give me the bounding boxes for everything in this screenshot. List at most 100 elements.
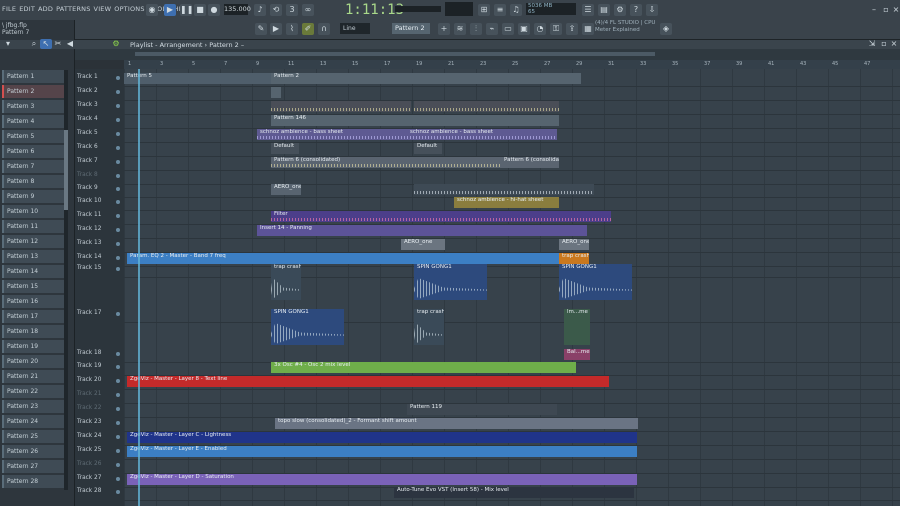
playlist-clip[interactable]: AERO_one <box>559 239 589 250</box>
track-label[interactable]: Track 9 <box>77 185 98 191</box>
playlist-clip[interactable]: schnoz ambience - hi-hat sheet <box>454 197 559 208</box>
pattern-item[interactable]: Pattern 27 <box>2 460 64 473</box>
playlist-clip[interactable]: ZgeViz - Master - Layer E - Enabled <box>127 446 637 457</box>
playlist-clip[interactable]: ZgeViz - Master - Layer D - Saturation <box>127 474 637 485</box>
track-mute-led[interactable] <box>116 365 120 369</box>
track-mute-led[interactable] <box>116 312 120 316</box>
pattern-item[interactable]: Pattern 16 <box>2 295 64 308</box>
metronome-icon[interactable]: ♪ <box>254 4 266 16</box>
track-mute-led[interactable] <box>116 352 120 356</box>
news-icon[interactable]: ◈ <box>660 23 672 35</box>
track-lane[interactable] <box>124 349 900 363</box>
track-mute-led[interactable] <box>116 118 120 122</box>
piano-roll-icon[interactable]: ♫ <box>510 4 522 16</box>
menu-patterns[interactable]: PATTERNS <box>56 5 90 13</box>
window-options-icon[interactable]: ⇲ <box>866 39 878 49</box>
plugin-icon[interactable]: ⚙ <box>614 4 626 16</box>
playlist-clip[interactable]: Auto-Tune Evo VST (Insert 58) - Mix leve… <box>394 487 634 498</box>
pattern-item[interactable]: Pattern 1 <box>2 70 64 83</box>
track-label[interactable]: Track 22 <box>77 405 101 411</box>
playlist-clip[interactable]: Pattern 119 <box>407 404 557 415</box>
track-lane[interactable] <box>124 171 900 185</box>
stop-button[interactable]: ■ <box>194 4 206 16</box>
pattern-item[interactable]: Pattern 23 <box>2 400 64 413</box>
menu-options[interactable]: OPTIONS <box>114 5 144 13</box>
pattern-item[interactable]: Pattern 19 <box>2 340 64 353</box>
track-mute-led[interactable] <box>116 146 120 150</box>
playlist-clip[interactable] <box>271 87 281 98</box>
window-close-icon[interactable]: × <box>888 39 900 49</box>
playlist-clip[interactable] <box>414 184 594 195</box>
pattern-item[interactable]: Pattern 9 <box>2 190 64 203</box>
track-label[interactable]: Track 23 <box>77 419 101 425</box>
track-label[interactable]: Track 12 <box>77 226 101 232</box>
eq-icon[interactable]: ⫶ <box>470 23 482 35</box>
track-mute-led[interactable] <box>116 463 120 467</box>
track-lane[interactable] <box>124 264 900 278</box>
track-mute-led[interactable] <box>116 90 120 94</box>
project-file[interactable]: \ jfbg.flp <box>2 22 29 29</box>
pattern-item[interactable]: Pattern 24 <box>2 415 64 428</box>
track-mute-led[interactable] <box>116 407 120 411</box>
track-label[interactable]: Track 4 <box>77 116 98 122</box>
browser-scrollbar[interactable] <box>64 70 68 490</box>
track-mute-led[interactable] <box>116 477 120 481</box>
track-label[interactable]: Track 8 <box>77 172 98 178</box>
track-lane[interactable] <box>124 87 900 101</box>
playlist-clip[interactable]: Pattern 146 <box>271 115 559 126</box>
track-label[interactable]: Track 25 <box>77 447 101 453</box>
playlist-clip[interactable]: trap crash <box>414 309 444 345</box>
pattern-item[interactable]: Pattern 8 <box>2 175 64 188</box>
track-label[interactable]: Track 24 <box>77 433 101 439</box>
playlist-clip[interactable]: Filter <box>271 211 611 222</box>
track-label[interactable]: Track 27 <box>77 475 101 481</box>
pattern-item[interactable]: Pattern 12 <box>2 235 64 248</box>
pattern-item[interactable]: Pattern 4 <box>2 115 64 128</box>
playlist-clip[interactable]: Pattern 2 <box>271 73 581 84</box>
track-label[interactable]: Track 11 <box>77 212 101 218</box>
track-mute-led[interactable] <box>116 435 120 439</box>
zoom-icon[interactable]: ⌕ <box>28 39 40 49</box>
track-label[interactable]: Track 28 <box>77 488 101 494</box>
track-label[interactable]: Track 6 <box>77 144 98 150</box>
menu-edit[interactable]: EDIT <box>19 5 35 13</box>
track-mute-led[interactable] <box>116 76 120 80</box>
slice-tool-icon[interactable]: ✂ <box>52 39 64 49</box>
close-icon[interactable]: × <box>890 4 900 16</box>
track-mute-led[interactable] <box>116 174 120 178</box>
timeline-ruler[interactable]: 1 3 5 7 9 11 13 15 17 19 21 23 25 27 29 31 33 35 37 39 41 43 4… <box>124 60 900 69</box>
horizontal-scrollbar[interactable] <box>135 52 655 56</box>
track-mute-led[interactable] <box>116 242 120 246</box>
pattern-item[interactable]: Pattern 22 <box>2 385 64 398</box>
track-label[interactable]: Track 7 <box>77 158 98 164</box>
playlist-clip[interactable] <box>271 101 411 112</box>
track-mute-led[interactable] <box>116 490 120 494</box>
pattern-item[interactable]: Pattern 10 <box>2 205 64 218</box>
playlist-clip[interactable]: ZgeViz - Master - Layer 8 - Text line <box>127 376 609 387</box>
track-mute-led[interactable] <box>116 214 120 218</box>
pattern-item[interactable]: Pattern 18 <box>2 325 64 338</box>
menu-view[interactable]: VIEW <box>94 5 112 13</box>
playlist-clip[interactable]: SPIN GONG1 <box>559 264 632 300</box>
magnet-icon[interactable]: ∩ <box>318 23 330 35</box>
pencil-icon[interactable]: ✐ <box>302 23 314 35</box>
track-lane[interactable] <box>124 390 900 404</box>
playlist-clip[interactable]: SPIN GONG1 <box>271 309 344 345</box>
pattern-item[interactable]: Pattern 26 <box>2 445 64 458</box>
track-mute-led[interactable] <box>116 421 120 425</box>
pattern-item[interactable]: Pattern 17 <box>2 310 64 323</box>
playlist-clip[interactable]: Bal...me <box>564 349 590 360</box>
fx-icon[interactable]: ≋ <box>454 23 466 35</box>
master-volume[interactable] <box>445 2 473 16</box>
playlist-clip[interactable]: schnoz ambience - bass sheet <box>257 129 407 140</box>
mic-icon[interactable]: ◔ <box>534 23 546 35</box>
playlist-clip[interactable]: lm...me <box>564 309 590 345</box>
channel-rack-icon[interactable]: ≡ <box>494 4 506 16</box>
playlist-clip[interactable]: topo slow (consolidated)_2 - Formant shi… <box>275 418 638 429</box>
brush-tool-icon[interactable]: ⌇ <box>286 23 298 35</box>
playlist-clip[interactable]: Pattern 6 (consolidated) <box>271 157 501 168</box>
track-label[interactable]: Track 19 <box>77 363 101 369</box>
pattern-item[interactable]: Pattern 20 <box>2 355 64 368</box>
lock-icon[interactable]: ⚿ <box>550 23 562 35</box>
paint-tool-icon[interactable]: ▶ <box>270 23 282 35</box>
